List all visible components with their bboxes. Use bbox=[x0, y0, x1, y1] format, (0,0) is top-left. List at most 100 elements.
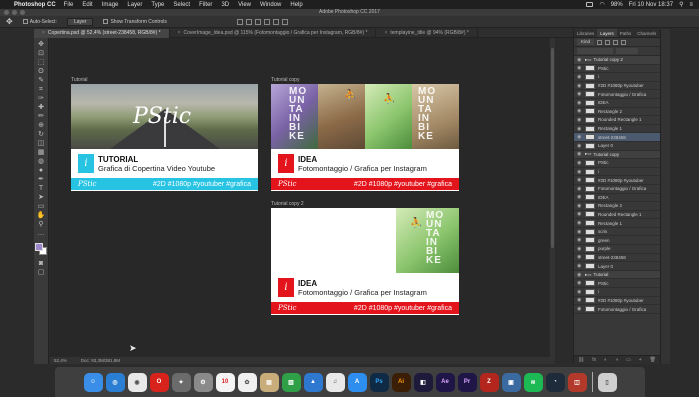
speedtest-icon[interactable]: ◔ bbox=[545, 372, 565, 392]
numbers-icon[interactable]: ▥ bbox=[281, 372, 301, 392]
layer-row[interactable]: ◉ #2D #1080p #youtuber bbox=[574, 82, 660, 91]
layer-row[interactable]: ◉ PStic bbox=[574, 159, 660, 168]
menu-layer[interactable]: Layer bbox=[127, 2, 142, 8]
eye-icon[interactable]: ◉ bbox=[577, 177, 582, 183]
layer-row[interactable]: ◉ scris bbox=[574, 228, 660, 237]
artboard-tutorial[interactable]: PStic i TUTORIAL Grafica di Copertina Vi… bbox=[71, 84, 258, 191]
folder-icon[interactable]: ▸▭ bbox=[585, 151, 592, 157]
align-left-icon[interactable] bbox=[236, 18, 243, 25]
opera-icon[interactable]: O bbox=[149, 372, 169, 392]
align-middle-icon[interactable] bbox=[272, 18, 279, 25]
menu-edit[interactable]: Edit bbox=[82, 2, 92, 8]
preview-icon[interactable]: ▤ bbox=[259, 372, 279, 392]
illustrator-icon[interactable]: Ai bbox=[391, 372, 411, 392]
eye-icon[interactable]: ◉ bbox=[577, 263, 582, 269]
virtualbox-icon[interactable]: ▣ bbox=[501, 372, 521, 392]
align-center-icon[interactable] bbox=[245, 18, 252, 25]
artboard-label-tutorial-copy-2[interactable]: Tutorial copy 2 bbox=[271, 201, 304, 207]
eye-icon[interactable]: ◉ bbox=[577, 65, 582, 71]
after-effects-icon[interactable]: Ae bbox=[435, 372, 455, 392]
panel-tab-layers[interactable]: Layers bbox=[597, 29, 617, 37]
itunes-icon[interactable]: ♫ bbox=[325, 372, 345, 392]
eye-icon[interactable]: ◉ bbox=[577, 220, 582, 226]
artboard-tool-icon[interactable]: ⊡ bbox=[36, 50, 46, 58]
canvas-vertical-scrollbar[interactable] bbox=[550, 38, 555, 357]
eye-icon[interactable]: ◉ bbox=[577, 297, 582, 303]
auto-select-checkbox[interactable]: Auto-Select: bbox=[22, 19, 57, 25]
wifi-icon[interactable]: ◠ bbox=[599, 1, 604, 8]
align-bottom-icon[interactable] bbox=[281, 18, 288, 25]
eye-icon[interactable]: ◉ bbox=[577, 100, 582, 106]
layer-row[interactable]: ◉ Fotomontaggio / Grafica bbox=[574, 305, 660, 314]
gradient-tool-icon[interactable]: ▦ bbox=[36, 149, 46, 157]
eye-icon[interactable]: ◉ bbox=[577, 108, 582, 114]
quick-mask-icon[interactable]: ◙ bbox=[36, 260, 46, 268]
eye-icon[interactable]: ◉ bbox=[577, 143, 582, 149]
layer-row[interactable]: ◉ street-238458 bbox=[574, 254, 660, 263]
screen-mode-icon[interactable]: ▢ bbox=[36, 269, 46, 277]
link-layers-icon[interactable]: ⛓ bbox=[578, 357, 584, 363]
eraser-tool-icon[interactable]: ◫ bbox=[36, 140, 46, 148]
panel-tab-paths[interactable]: Paths bbox=[617, 29, 635, 37]
safari-icon[interactable]: ◎ bbox=[105, 372, 125, 392]
app-menu[interactable]: Photoshop CC bbox=[14, 2, 56, 8]
kind-filter-dropdown[interactable]: Kind bbox=[577, 39, 595, 45]
eye-icon[interactable]: ◉ bbox=[577, 160, 582, 166]
menu-3d[interactable]: 3D bbox=[221, 2, 229, 8]
stamp-tool-icon[interactable]: ⊕ bbox=[36, 122, 46, 130]
move-tool-icon[interactable]: ✥ bbox=[36, 41, 46, 49]
fx-icon[interactable]: fx bbox=[592, 357, 596, 363]
scroll-thumb[interactable] bbox=[551, 48, 554, 248]
align-top-icon[interactable] bbox=[263, 18, 270, 25]
layer-row[interactable]: ◉ Rounded Rectangle 1 bbox=[574, 116, 660, 125]
eye-icon[interactable]: ◉ bbox=[577, 280, 582, 286]
layer-group-row[interactable]: ◉ ▸▭ Tutorial copy 2 bbox=[574, 56, 660, 65]
battery-percent[interactable]: 98% bbox=[611, 2, 623, 8]
eye-icon[interactable]: ◉ bbox=[577, 289, 582, 295]
document-tab[interactable]: × templayine_title @ 94% (RGB/8#) * bbox=[376, 29, 478, 38]
artboard-tutorial-copy[interactable]: MO UN TA IN BI KE ⛹ ⛹ MO UN TA IN BI KE i IDEA Fot… bbox=[271, 84, 459, 191]
path-select-tool-icon[interactable]: ➤ bbox=[36, 194, 46, 202]
calendar-icon[interactable]: 10 bbox=[215, 372, 235, 392]
document-size[interactable]: Doc: 93,3M/381,8M bbox=[81, 358, 120, 363]
zoom-level[interactable]: 52,4% bbox=[54, 358, 67, 363]
close-window-button[interactable] bbox=[4, 10, 9, 15]
layer-row[interactable]: ◉ Rectangle 2 bbox=[574, 202, 660, 211]
eye-icon[interactable]: ◉ bbox=[577, 91, 582, 97]
healing-tool-icon[interactable]: ✚ bbox=[36, 104, 46, 112]
blur-tool-icon[interactable]: ◍ bbox=[36, 158, 46, 166]
filter-pixel-icon[interactable] bbox=[597, 39, 603, 45]
filter-adjust-icon[interactable] bbox=[605, 39, 611, 45]
layer-row[interactable]: ◉ IDEA bbox=[574, 99, 660, 108]
eye-icon[interactable]: ◉ bbox=[577, 126, 582, 132]
filter-type-icon[interactable] bbox=[613, 39, 619, 45]
new-layer-icon[interactable]: + bbox=[639, 357, 642, 363]
layer-row[interactable]: ◉ Fotomontaggio / Grafica bbox=[574, 90, 660, 99]
display-icon[interactable] bbox=[586, 2, 594, 7]
layer-row[interactable]: ◉ green bbox=[574, 236, 660, 246]
more-tool-icon[interactable]: … bbox=[36, 230, 46, 238]
brush-tool-icon[interactable]: ✏ bbox=[36, 113, 46, 121]
menu-list-icon[interactable]: ≡ bbox=[689, 2, 693, 8]
layer-row[interactable]: ◉ PStic bbox=[574, 65, 660, 74]
chrome-icon[interactable]: ◉ bbox=[127, 372, 147, 392]
mask-icon[interactable]: ◐ bbox=[604, 357, 607, 363]
type-tool-icon[interactable]: T bbox=[36, 185, 46, 193]
marquee-tool-icon[interactable]: ⬚ bbox=[36, 59, 46, 67]
hand-tool-icon[interactable]: ✋ bbox=[36, 212, 46, 220]
document-tab[interactable]: × Copertina.psd @ 52,4% (street-238458, R… bbox=[34, 29, 170, 38]
eye-icon[interactable]: ◉ bbox=[577, 203, 582, 209]
menu-window[interactable]: Window bbox=[260, 2, 281, 8]
panel-tab-channels[interactable]: Channels bbox=[634, 29, 659, 37]
layer-row[interactable]: ◉ #2D #1080p #youtuber bbox=[574, 297, 660, 306]
layer-row[interactable]: ◉ i bbox=[574, 73, 660, 82]
menu-image[interactable]: Image bbox=[102, 2, 119, 8]
layer-row[interactable]: ◉ i bbox=[574, 288, 660, 297]
clock[interactable]: Fri 10 Nov 18:37 bbox=[629, 2, 673, 8]
eye-icon[interactable]: ◉ bbox=[577, 246, 582, 252]
crop-tool-icon[interactable]: ⌗ bbox=[36, 86, 46, 94]
artboard-label-tutorial-copy[interactable]: Tutorial copy bbox=[271, 77, 299, 83]
layer-row[interactable]: ◉ purple bbox=[574, 245, 660, 254]
layer-row[interactable]: ◉ IDEA bbox=[574, 194, 660, 203]
premiere-media-icon[interactable]: ◧ bbox=[413, 372, 433, 392]
